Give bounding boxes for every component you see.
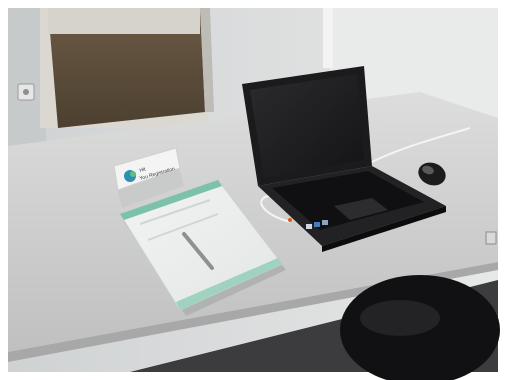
laptop-sticker-2	[314, 222, 320, 227]
laptop-port-light	[288, 218, 292, 222]
doorway-back-wall	[48, 8, 200, 34]
laptop-sticker-1	[306, 224, 312, 229]
office-chair-highlight	[360, 300, 440, 336]
door-post-right	[323, 8, 333, 68]
name-card-logo-accent	[130, 171, 136, 177]
laptop-screen	[250, 74, 364, 178]
office-desk-photo: Hit You Registration	[0, 0, 505, 380]
floor-socket	[485, 231, 497, 245]
laptop-sticker-3	[322, 220, 328, 225]
wall-socket-hole	[23, 89, 29, 95]
